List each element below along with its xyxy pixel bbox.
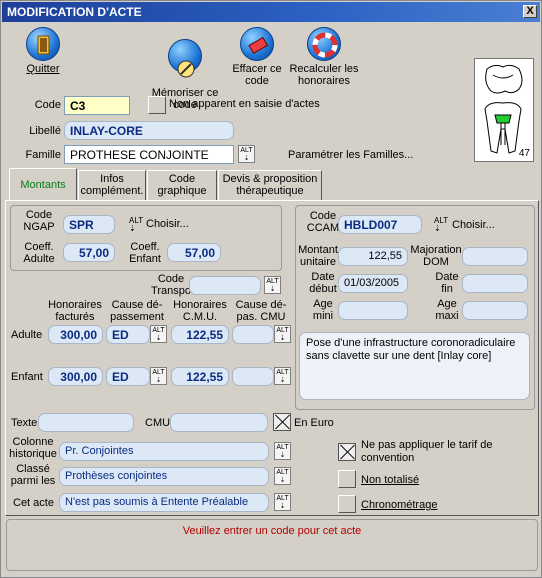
hidden-checkbox[interactable] [148,96,166,114]
chrono-checkbox[interactable] [338,495,356,513]
ccam-code-input[interactable]: HBLD007 [338,215,422,234]
ngap-code-label: Code NGAP [23,209,55,233]
quit-button[interactable]: Quitter [21,27,65,75]
tab-estimate[interactable]: Devis & proposition thérapeutique [218,170,322,200]
hidden-label: Non apparent en saisie d'actes [169,98,320,110]
chrono-label: Chronométrage [361,499,438,511]
age-max-input[interactable] [462,301,528,320]
texte-label: Texte [11,417,38,429]
coeff-child-input[interactable]: 57,00 [167,243,221,262]
libelle-input[interactable]: INLAY-CORE [64,121,234,140]
libelle-label: Libellé [29,125,61,137]
coeff-child-label: Coeff. Enfant [129,241,161,265]
euro-label: En Euro [294,417,334,429]
ngap-code-input[interactable]: SPR [63,215,115,234]
no-tariff-checkbox[interactable] [338,443,356,461]
child-cmu-input[interactable]: 122,55 [171,367,229,386]
hist-label: Colonne historique [9,436,57,460]
col-fees-header: Honoraires facturés [48,299,102,323]
adult-cause-select[interactable]: ED [106,325,150,344]
code-input[interactable]: C3 [64,96,130,115]
adult-cause-alt-button[interactable]: ALT ⇣ [150,325,167,343]
famille-label: Famille [25,149,61,161]
start-date-input[interactable]: 01/03/2005 [338,274,408,293]
famille-alt-button[interactable]: ALT ⇣ [238,145,255,163]
child-cause-cmu-alt-button[interactable]: ALT ⇣ [274,367,291,385]
adult-fee-input[interactable]: 300,00 [48,325,103,344]
dom-input[interactable] [462,247,528,266]
unit-amount-input[interactable]: 122,55 [338,247,408,266]
child-cause-select[interactable]: ED [106,367,150,386]
transpo-label: Code Transpo [151,273,191,297]
close-button[interactable]: X [523,5,537,18]
hist-select[interactable]: Pr. Conjointes [59,442,269,461]
adult-cause-cmu-alt-button[interactable]: ALT ⇣ [274,325,291,343]
tooth-number: 47 [518,148,530,159]
end-date-input[interactable] [462,274,528,293]
unit-amount-label: Montant unitaire [298,244,338,268]
ngap-choose-link[interactable]: Choisir... [146,218,189,230]
ccam-choose-link[interactable]: Choisir... [452,219,495,231]
transpo-alt-button[interactable]: ALT ⇣ [264,276,281,294]
door-exit-icon [26,27,60,61]
col-cause-header: Cause dé- passement [110,299,164,323]
not-total-checkbox[interactable] [338,470,356,488]
eraser-icon [240,27,274,61]
memorize-icon [168,39,202,78]
end-date-label: Date fin [435,271,459,295]
tooth-icon [484,64,523,154]
class-alt-button[interactable]: ALT ⇣ [274,467,291,485]
hist-alt-button[interactable]: ALT ⇣ [274,442,291,460]
code-label: Code [34,99,61,111]
child-cause-cmu-select[interactable] [232,367,274,386]
no-tariff-label: Ne pas appliquer le tarif de convention [361,439,493,464]
not-total-label: Non totalisé [361,474,420,486]
window-title: MODIFICATION D'ACTE [7,5,142,19]
ccam-description[interactable]: Pose d'une infrastructure coronoradicula… [299,332,530,400]
child-cause-alt-button[interactable]: ALT ⇣ [150,367,167,385]
cmu-input[interactable] [170,413,268,432]
start-date-label: Date début [309,271,337,295]
transpo-input[interactable] [189,276,261,295]
age-max-label: Age maxi [435,298,459,322]
title-bar: MODIFICATION D'ACTE X [2,2,540,22]
recalc-button[interactable]: Recalculer les honoraires [287,27,361,87]
age-min-input[interactable] [338,301,408,320]
dialog-window: MODIFICATION D'ACTE X Quitter Mémoriser … [0,0,542,578]
adult-cause-cmu-select[interactable] [232,325,274,344]
ccam-alt-icon[interactable]: ALT ⇣ [434,217,448,233]
col-cmu-header: Honoraires C.M.U. [173,299,227,323]
cet-acte-alt-button[interactable]: ALT ⇣ [274,493,291,511]
coeff-adult-label: Coeff. Adulte [23,241,55,265]
tab-infos[interactable]: Infos complément. [78,170,146,200]
age-min-label: Age mini [312,298,334,322]
euro-checkbox[interactable] [273,413,291,431]
cmu-label: CMU [145,417,171,429]
texte-input[interactable] [38,413,134,432]
cet-acte-select[interactable]: N'est pas soumis à Entente Préalable [59,493,269,512]
tab-montants[interactable]: Montants [9,168,77,200]
class-label: Classé parmi les [10,463,56,487]
col-cause-cmu-header: Cause dé- pas. CMU [235,299,287,323]
child-label: Enfant [11,371,43,383]
class-select[interactable]: Prothèses conjointes [59,467,269,486]
ngap-alt-icon[interactable]: ALT ⇣ [129,217,143,233]
lifebuoy-icon [307,27,341,61]
status-message: Veuillez entrer un code pour cet acte [6,519,538,571]
tooth-image[interactable]: 47 [474,58,534,162]
cet-acte-label: Cet acte [13,497,54,509]
child-fee-input[interactable]: 300,00 [48,367,103,386]
tab-graphic-code[interactable]: Code graphique [147,170,217,200]
adult-label: Adulte [11,329,43,341]
erase-button[interactable]: Effacer ce code [227,27,287,87]
coeff-adult-input[interactable]: 57,00 [63,243,115,262]
famille-settings-link[interactable]: Paramétrer les Familles... [288,149,413,161]
dom-label: Majoration DOM [410,244,462,268]
famille-select[interactable]: PROTHESE CONJOINTE [64,145,234,164]
adult-cmu-input[interactable]: 122,55 [171,325,229,344]
